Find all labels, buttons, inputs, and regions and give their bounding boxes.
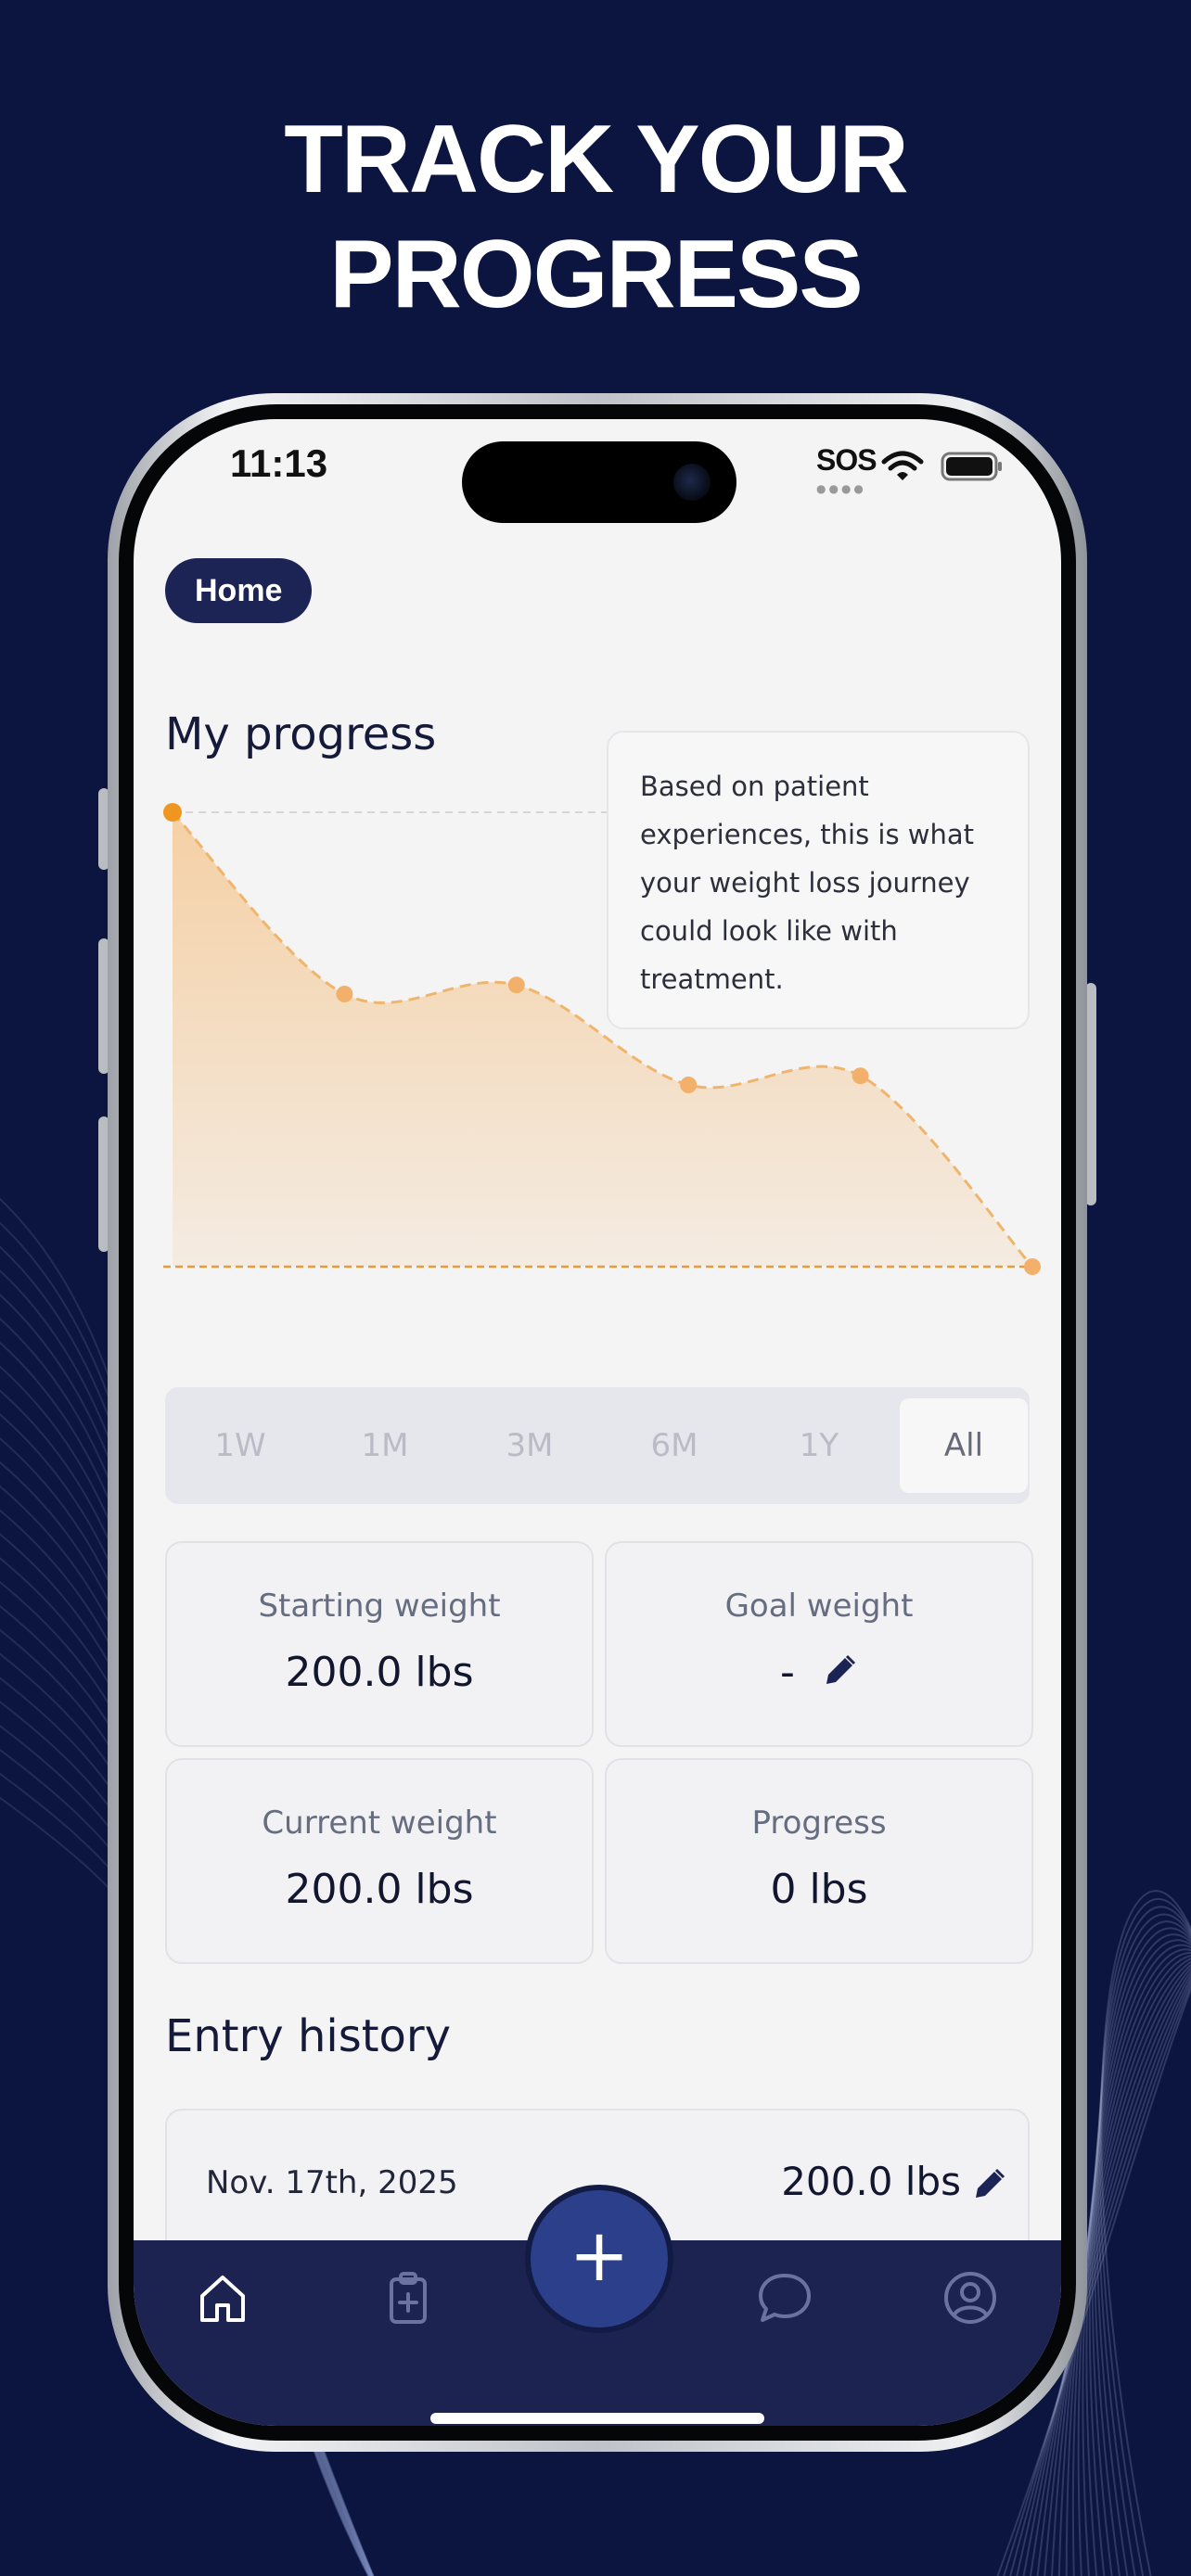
tooltip-line: your weight loss journey <box>640 867 970 899</box>
stat-value: 0 lbs <box>770 1866 868 1913</box>
headline-line-1: TRACK YOUR <box>284 106 908 213</box>
dynamic-island <box>462 441 736 523</box>
range-6m-button[interactable]: 6M <box>610 1398 738 1493</box>
chart-data-point <box>852 1067 869 1085</box>
tooltip-line: could look like with <box>640 915 898 947</box>
chart-data-point <box>680 1077 698 1093</box>
wifi-icon <box>881 451 924 480</box>
chart-info-tooltip: Based on patient experiences, this is wh… <box>607 731 1030 1029</box>
home-indicator[interactable] <box>430 2413 764 2424</box>
camera-icon <box>673 464 711 501</box>
clipboard-plus-icon[interactable] <box>378 2268 438 2327</box>
tooltip-line: experiences, this is what <box>640 819 975 850</box>
chat-icon[interactable] <box>755 2268 814 2327</box>
tooltip-line: treatment. <box>640 963 784 995</box>
range-3m-button[interactable]: 3M <box>466 1398 594 1493</box>
status-bar: 11:13 SOS ●●●● <box>134 419 1061 523</box>
starting-weight-card: Starting weight 200.0 lbs <box>165 1541 594 1747</box>
time-range-selector: 1W 1M 3M 6M 1Y All <box>165 1387 1030 1504</box>
current-weight-card: Current weight 200.0 lbs <box>165 1758 594 1964</box>
stat-value: - <box>780 1649 795 1696</box>
range-1w-button[interactable]: 1W <box>176 1398 304 1493</box>
pencil-icon[interactable] <box>970 2166 1007 2203</box>
stat-label: Current weight <box>262 1804 497 1842</box>
range-all-button[interactable]: All <box>900 1398 1028 1493</box>
tooltip-line: Based on patient <box>640 771 869 802</box>
chart-data-point <box>1024 1258 1041 1275</box>
sos-indicator: SOS <box>816 443 877 477</box>
home-breadcrumb-button[interactable]: Home <box>165 558 313 623</box>
range-1m-button[interactable]: 1M <box>321 1398 449 1493</box>
profile-icon[interactable] <box>941 2268 1000 2327</box>
stat-value: 200.0 lbs <box>285 1649 474 1696</box>
progress-card: Progress 0 lbs <box>605 1758 1033 1964</box>
range-1y-button[interactable]: 1Y <box>755 1398 883 1493</box>
chart-data-point <box>163 803 182 822</box>
stat-label: Goal weight <box>724 1588 914 1625</box>
pencil-icon[interactable] <box>821 1652 858 1690</box>
entry-date: Nov. 17th, 2025 <box>206 2164 458 2201</box>
add-entry-button[interactable]: + <box>531 2190 668 2327</box>
signal-dots: ●●●● <box>816 482 866 495</box>
chart-data-point <box>507 976 525 994</box>
status-time: 11:13 <box>230 441 328 485</box>
entry-value: 200.0 lbs <box>781 2159 961 2204</box>
chart-data-point <box>336 986 353 1002</box>
headline-line-2: PROGRESS <box>329 221 863 328</box>
app-screen: 11:13 SOS ●●●● Home My progress Based on… <box>134 419 1061 2426</box>
goal-weight-card[interactable]: Goal weight - <box>605 1541 1033 1747</box>
stat-label: Progress <box>751 1804 887 1842</box>
my-progress-title: My progress <box>165 708 437 760</box>
battery-icon <box>941 452 1002 481</box>
stat-label: Starting weight <box>258 1588 501 1625</box>
stat-value-row: - <box>607 1649 1031 1696</box>
entry-history-title: Entry history <box>165 2010 452 2062</box>
home-icon[interactable] <box>193 2268 252 2327</box>
stat-value: 200.0 lbs <box>285 1866 474 1913</box>
